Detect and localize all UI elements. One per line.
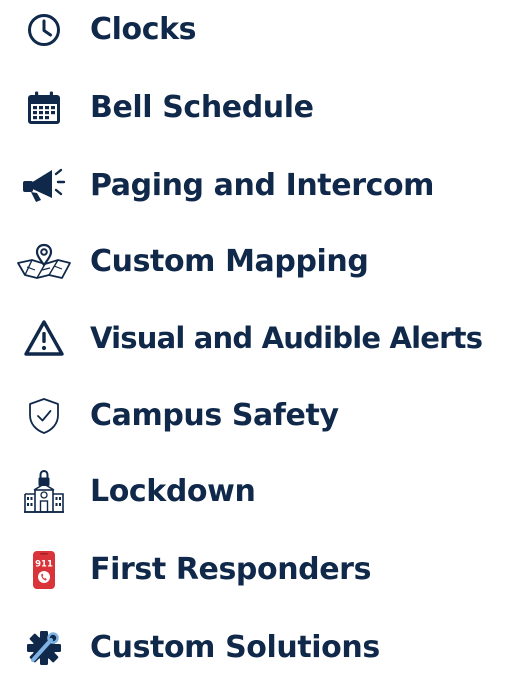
feature-label: Custom Solutions — [90, 630, 380, 665]
feature-item-clocks[interactable]: Clocks — [0, 0, 522, 60]
feature-item-first-responders[interactable]: 911 First Responders — [0, 540, 522, 600]
feature-label: Campus Safety — [90, 398, 339, 433]
feature-label: Visual and Audible Alerts — [90, 321, 483, 355]
megaphone-icon — [12, 156, 76, 216]
feature-item-custom-solutions[interactable]: Custom Solutions — [0, 618, 522, 678]
shield-check-icon — [12, 386, 76, 446]
feature-list: Clocks Bell Schedule Paging and Intercom… — [0, 0, 522, 666]
feature-item-bell-schedule[interactable]: Bell Schedule — [0, 78, 522, 138]
feature-item-custom-mapping[interactable]: Custom Mapping — [0, 232, 522, 292]
feature-label: Paging and Intercom — [90, 168, 435, 203]
locked-building-icon — [12, 462, 76, 522]
clock-icon — [12, 0, 76, 60]
feature-label: First Responders — [90, 552, 372, 587]
feature-item-visual-and-audible-alerts[interactable]: Visual and Audible Alerts — [0, 308, 522, 368]
phone-911-icon: 911 — [12, 540, 76, 600]
phone-911-text: 911 — [35, 560, 53, 570]
feature-label: Custom Mapping — [90, 244, 369, 279]
feature-item-paging-and-intercom[interactable]: Paging and Intercom — [0, 156, 522, 216]
feature-label: Clocks — [90, 12, 197, 47]
gear-wrench-icon — [12, 618, 76, 678]
feature-item-lockdown[interactable]: Lockdown — [0, 462, 522, 522]
feature-item-campus-safety[interactable]: Campus Safety — [0, 386, 522, 446]
feature-label: Bell Schedule — [90, 90, 314, 125]
feature-label: Lockdown — [90, 474, 256, 509]
warning-triangle-icon — [12, 308, 76, 368]
map-pin-icon — [12, 232, 76, 292]
calendar-icon — [12, 78, 76, 138]
